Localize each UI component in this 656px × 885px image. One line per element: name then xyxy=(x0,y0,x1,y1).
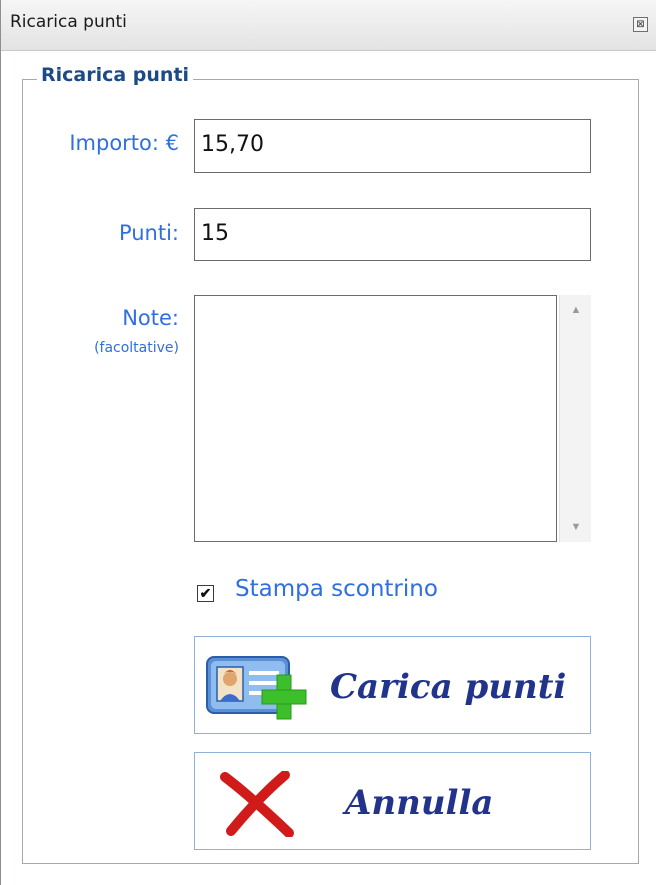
note-label: Note: xyxy=(122,306,179,330)
punti-input[interactable]: 15 xyxy=(194,208,591,261)
print-receipt-label[interactable]: Stampa scontrino xyxy=(235,576,438,602)
close-icon[interactable]: ⊠ xyxy=(633,17,648,32)
dialog-window: Ricarica punti ⊠ Ricarica punti Importo:… xyxy=(0,0,656,885)
window-title: Ricarica punti xyxy=(10,12,127,32)
annulla-label: Annulla xyxy=(345,783,494,823)
title-bar: Ricarica punti ⊠ xyxy=(1,0,656,51)
add-card-icon xyxy=(206,656,307,720)
note-scrollbar[interactable]: ▲ ▼ xyxy=(559,295,591,542)
carica-punti-button[interactable]: Carica punti xyxy=(194,636,591,734)
annulla-button[interactable]: Annulla xyxy=(194,752,591,850)
red-x-icon xyxy=(220,771,294,837)
carica-punti-label: Carica punti xyxy=(330,667,567,707)
print-receipt-checkbox[interactable]: ✔ xyxy=(197,585,214,602)
scroll-up-icon[interactable]: ▲ xyxy=(560,295,592,325)
importo-label: Importo: € xyxy=(69,131,179,155)
punti-label: Punti: xyxy=(118,221,179,245)
note-hint: (facoltative) xyxy=(94,340,179,356)
groupbox-legend: Ricarica punti xyxy=(37,64,194,86)
scroll-down-icon[interactable]: ▼ xyxy=(560,512,592,542)
importo-input[interactable]: 15,70 xyxy=(194,119,591,173)
note-textarea[interactable] xyxy=(194,295,557,542)
